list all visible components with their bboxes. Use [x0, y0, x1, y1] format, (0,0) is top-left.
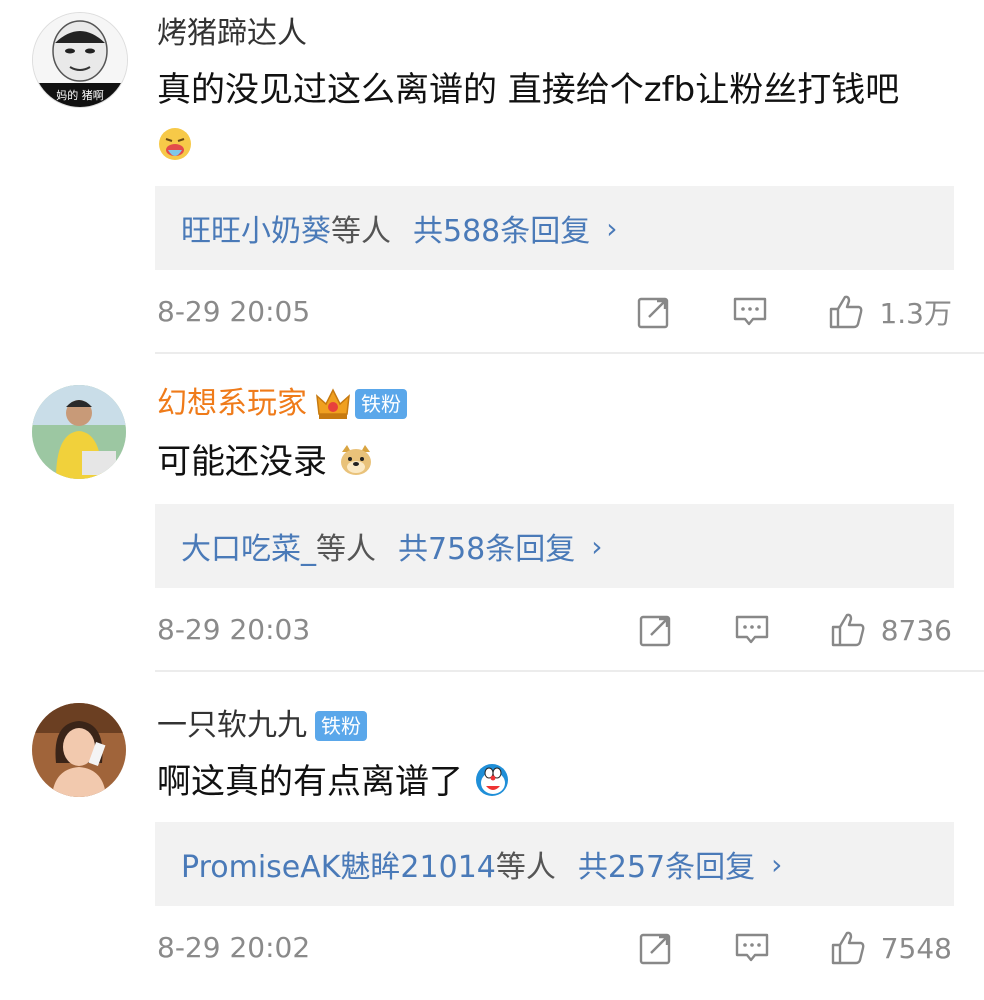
- comment-time: 8-29 20:03: [157, 613, 311, 646]
- reply-count[interactable]: 共588条回复: [413, 206, 590, 250]
- chevron-right-icon: ›: [606, 211, 618, 245]
- comment-body: 啊这真的有点离谱了: [157, 762, 463, 802]
- reply-names[interactable]: 大口吃菜_: [181, 524, 316, 568]
- repost-icon[interactable]: [637, 611, 675, 649]
- reply-summary-button[interactable]: PromiseAK魅眸21014 等人 共257条回复 ›: [155, 822, 954, 906]
- comment-time: 8-29 20:02: [157, 931, 311, 964]
- reply-summary-button[interactable]: 旺旺小奶葵 等人 共588条回复 ›: [155, 186, 954, 270]
- reply-etc-label: 等人: [331, 214, 391, 249]
- comment-text: 真的没见过这么离谱的 直接给个zfb让粉丝打钱吧: [157, 62, 944, 174]
- username[interactable]: 烤猪蹄达人: [157, 14, 307, 54]
- comment-text: 可能还没录: [157, 434, 944, 490]
- fan-badge: 铁粉: [315, 711, 367, 741]
- comment-icon[interactable]: [733, 611, 771, 649]
- avatar[interactable]: 妈的 猪啊: [32, 12, 128, 108]
- comment-actions: 7548: [637, 926, 952, 970]
- username[interactable]: 幻想系玩家 铁粉: [157, 384, 407, 424]
- like-icon[interactable]: [827, 293, 865, 331]
- reply-etc-label: 等人: [495, 850, 556, 885]
- reply-names[interactable]: PromiseAK魅眸21014: [181, 842, 496, 886]
- reply-count[interactable]: 共257条回复: [578, 842, 755, 886]
- comment-body: 真的没见过这么离谱的 直接给个zfb让粉丝打钱吧: [157, 70, 900, 110]
- doraemon-emoji-icon: [475, 764, 508, 796]
- like-icon[interactable]: [829, 611, 867, 649]
- repost-icon[interactable]: [635, 293, 673, 331]
- crown-badge-icon: [316, 388, 350, 419]
- user-photo-avatar-image: [32, 703, 126, 797]
- comment-item: 一只软九九 铁粉 啊这真的有点离谱了 PromiseAK魅眸21014 等人 共…: [0, 672, 984, 1000]
- chevron-right-icon: ›: [771, 847, 783, 881]
- avatar-caption: 妈的 猪啊: [56, 88, 104, 102]
- reply-summary-button[interactable]: 大口吃菜_ 等人 共758条回复 ›: [155, 504, 954, 588]
- comment-item: 妈的 猪啊 烤猪蹄达人 真的没见过这么离谱的 直接给个zfb让粉丝打钱吧 旺旺小…: [0, 0, 984, 354]
- comment-icon[interactable]: [733, 929, 771, 967]
- reply-names[interactable]: 旺旺小奶葵: [181, 206, 331, 250]
- user-photo-avatar-image: [32, 385, 126, 479]
- comment-time: 8-29 20:05: [157, 295, 311, 328]
- like-icon[interactable]: [829, 929, 867, 967]
- comment-text: 啊这真的有点离谱了: [157, 754, 944, 810]
- avatar[interactable]: [32, 385, 126, 479]
- comment-actions: 8736: [637, 608, 952, 652]
- username-text[interactable]: 一只软九九: [157, 706, 307, 746]
- username[interactable]: 一只软九九 铁粉: [157, 706, 367, 746]
- avatar[interactable]: [32, 703, 126, 797]
- username-text[interactable]: 幻想系玩家: [157, 384, 307, 424]
- like-count: 8736: [880, 613, 952, 647]
- comment-icon[interactable]: [731, 293, 769, 331]
- repost-icon[interactable]: [637, 929, 675, 967]
- like-count: 7548: [880, 931, 952, 965]
- fan-badge: 铁粉: [355, 389, 407, 419]
- reply-count[interactable]: 共758条回复: [398, 524, 575, 568]
- meme-face-avatar-image: 妈的 猪啊: [33, 13, 127, 107]
- like-count: 1.3万: [879, 297, 952, 330]
- vomit-emoji-icon: [159, 128, 191, 160]
- comment-actions: 1.3万: [635, 290, 952, 334]
- doge-emoji-icon: [340, 445, 371, 475]
- comment-item: 幻想系玩家 铁粉 可能还没录 大口吃菜_ 等人 共758条回复 › 8-29 2…: [0, 354, 984, 672]
- reply-etc-label: 等人: [316, 532, 376, 567]
- chevron-right-icon: ›: [591, 529, 603, 563]
- comment-body: 可能还没录: [157, 442, 327, 482]
